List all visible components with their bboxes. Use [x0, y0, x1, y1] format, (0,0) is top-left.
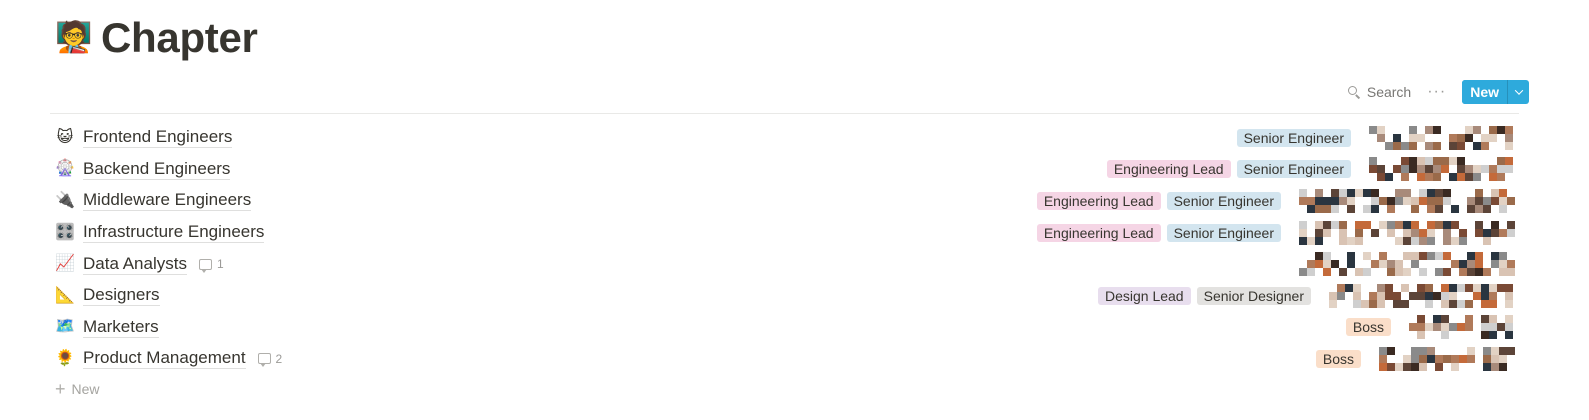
list-item-title[interactable]: Marketers	[83, 317, 159, 338]
comment-count-value: 1	[216, 257, 224, 272]
list-item[interactable]: 🌻 Product Management 2 Boss	[50, 343, 1519, 375]
database-toolbar: Search ··· New	[1347, 80, 1529, 104]
list-item-title[interactable]: Data Analysts	[83, 254, 187, 275]
list-item[interactable]: 🔌 Middleware Engineers Engineering Lead Sen…	[50, 185, 1519, 217]
list-item-left: 📐 Designers	[55, 285, 160, 307]
page-title[interactable]: Chapter	[101, 14, 258, 62]
list-item-left: 🔌 Middleware Engineers	[55, 190, 252, 212]
redacted-avatars	[1369, 157, 1519, 182]
role-tag: Boss	[1315, 349, 1361, 368]
redacted-avatars	[1379, 346, 1519, 371]
role-tag: Senior Engineer	[1166, 191, 1281, 210]
new-button-group: New	[1462, 80, 1529, 104]
search-button[interactable]: Search	[1347, 84, 1412, 100]
comment-count-value: 2	[275, 351, 283, 366]
list-item[interactable]: 🎡 Backend Engineers Engineering Lead Senior…	[50, 154, 1519, 186]
toolbar-divider	[50, 113, 1519, 114]
role-tag: Engineering Lead	[1106, 160, 1231, 179]
member-avatars	[1379, 346, 1519, 371]
page-emoji-icon: 🌻	[55, 349, 75, 367]
role-tag: Senior Engineer	[1236, 128, 1351, 147]
chevron-down-icon	[1514, 86, 1523, 95]
list-item[interactable]: 🎛️ Infrastructure Engineers Engineering Le…	[50, 217, 1519, 249]
list-item[interactable]: 📈 Data Analysts 1	[50, 248, 1519, 280]
list-item-properties: Senior Engineer	[1236, 125, 1519, 150]
page-emoji-icon: 📐	[55, 286, 75, 304]
member-avatars	[1369, 125, 1519, 150]
list-item-properties: Engineering Lead Senior Engineer	[1106, 157, 1519, 182]
page-emoji-icon[interactable]: 🧑‍🏫	[55, 18, 92, 58]
add-new-row-button[interactable]: + New	[55, 380, 100, 398]
role-tag: Senior Engineer	[1236, 160, 1351, 179]
page-header: 🧑‍🏫 Chapter	[55, 14, 258, 62]
list-item-title[interactable]: Designers	[83, 285, 160, 307]
list-item-properties: Engineering Lead Senior Engineer	[1036, 220, 1519, 245]
comment-icon	[198, 258, 212, 273]
role-tag: Engineering Lead	[1036, 191, 1161, 210]
member-avatars	[1369, 157, 1519, 182]
list-item-left: 🗺️ Marketers	[55, 317, 159, 338]
redacted-avatars	[1299, 220, 1519, 245]
list-item-title[interactable]: Frontend Engineers	[83, 127, 233, 149]
page-emoji-icon: 😺	[56, 128, 74, 146]
plus-icon: +	[55, 379, 66, 399]
list-item-title[interactable]: Infrastructure Engineers	[83, 222, 265, 244]
redacted-avatars	[1409, 315, 1519, 340]
list-item-left: 🌻 Product Management 2	[55, 348, 283, 370]
member-avatars	[1329, 283, 1519, 308]
role-tag: Design Lead	[1097, 286, 1191, 305]
list-item-properties: Boss	[1315, 346, 1519, 371]
role-tag: Boss	[1345, 318, 1391, 337]
member-avatars	[1299, 188, 1519, 213]
list-item-properties: Boss	[1345, 315, 1519, 340]
more-options-button[interactable]: ···	[1423, 83, 1450, 101]
new-button[interactable]: New	[1462, 80, 1507, 104]
add-new-row-label: New	[71, 381, 100, 397]
list-item-properties: Engineering Lead Senior Engineer	[1036, 188, 1519, 213]
list-item-title[interactable]: Backend Engineers	[83, 159, 231, 180]
comment-count[interactable]: 2	[257, 351, 283, 368]
chapter-list: 😺 Frontend Engineers Senior Engineer 🎡 Backe…	[50, 122, 1519, 375]
search-icon	[1347, 85, 1361, 99]
comment-icon	[257, 353, 271, 368]
page-emoji-icon: 🎡	[55, 160, 75, 178]
member-avatars	[1409, 315, 1519, 340]
list-item[interactable]: 😺 Frontend Engineers Senior Engineer	[50, 122, 1519, 154]
redacted-avatars	[1299, 188, 1519, 213]
list-item-left: 📈 Data Analysts 1	[55, 254, 224, 275]
page-emoji-icon: 🔌	[55, 191, 75, 209]
list-item[interactable]: 📐 Designers Design Lead Senior Designer	[50, 280, 1519, 312]
list-item-left: 🎡 Backend Engineers	[55, 159, 231, 180]
list-item-left: 😺 Frontend Engineers	[55, 127, 233, 149]
search-label: Search	[1366, 84, 1412, 100]
redacted-avatars	[1329, 283, 1519, 308]
role-tag: Senior Engineer	[1166, 223, 1281, 242]
redacted-avatars	[1369, 125, 1519, 150]
list-item-title[interactable]: Product Management	[83, 348, 246, 370]
member-avatars	[1299, 220, 1519, 245]
new-dropdown-button[interactable]	[1507, 80, 1529, 104]
list-item-properties	[1287, 252, 1519, 277]
list-item-properties: Design Lead Senior Designer	[1097, 283, 1519, 308]
role-tag: Engineering Lead	[1036, 223, 1161, 242]
page-emoji-icon: 🗺️	[55, 318, 75, 336]
list-item-left: 🎛️ Infrastructure Engineers	[55, 222, 265, 244]
page-emoji-icon: 📈	[55, 255, 75, 273]
list-item-title[interactable]: Middleware Engineers	[83, 190, 252, 212]
page-emoji-icon: 🎛️	[55, 223, 75, 241]
redacted-avatars	[1299, 252, 1519, 277]
member-avatars	[1299, 252, 1519, 277]
list-item[interactable]: 🗺️ Marketers Boss	[50, 312, 1519, 344]
role-tag: Senior Designer	[1196, 286, 1311, 305]
comment-count[interactable]: 1	[198, 257, 224, 273]
